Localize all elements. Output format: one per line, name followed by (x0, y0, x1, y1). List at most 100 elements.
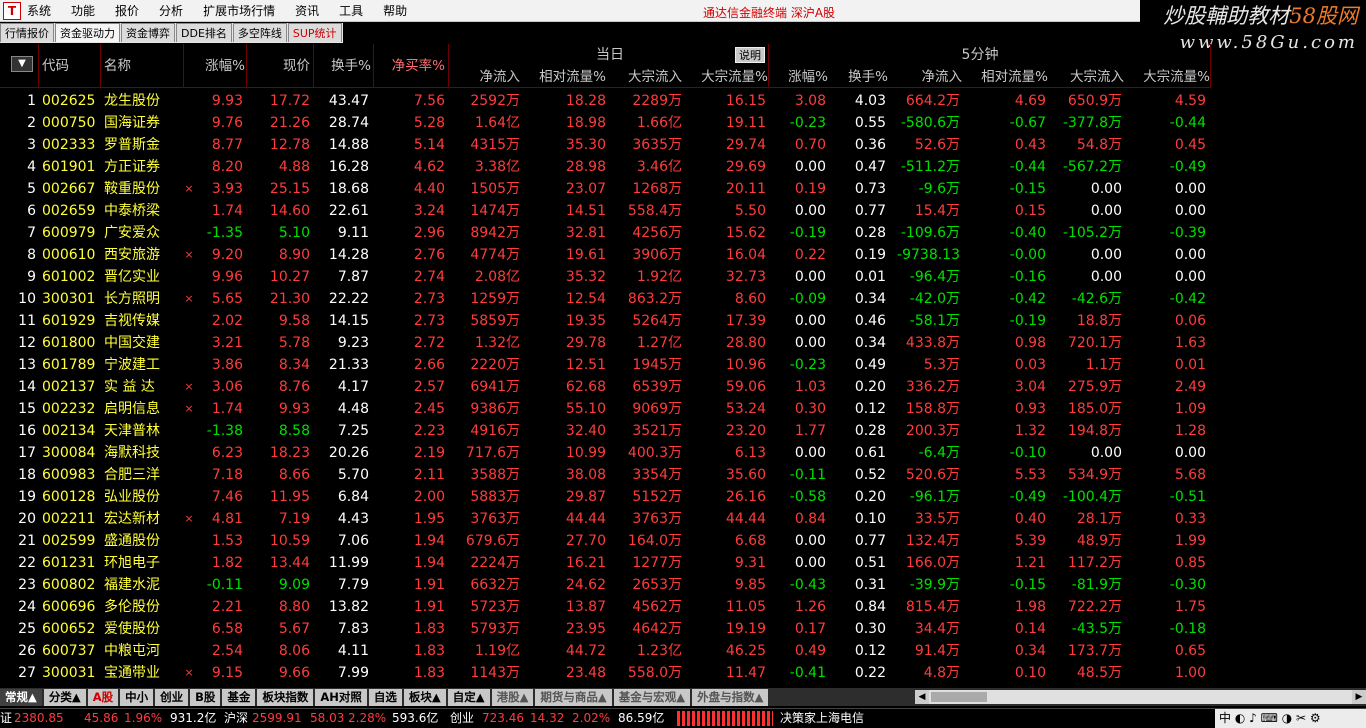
table-row[interactable]: 10 300301 长方照明 × 5.65 21.30 22.22 2.73 1259万 12.5… (0, 288, 1210, 310)
header-5m-netflow[interactable]: 净流入 (890, 66, 963, 88)
row-5m-relflow: 0.40 (1014, 511, 1046, 527)
header-today-bigin[interactable]: 大宗流入 (608, 66, 682, 88)
row-5m-netflow: -96.4万 (909, 269, 960, 285)
bottom-tab-overseas-index[interactable]: 外盘与指数▲ (692, 688, 769, 706)
row-price: 14.60 (269, 203, 310, 219)
row-5m-bigpct: 0.00 (1174, 269, 1206, 285)
bottom-tab-chinext[interactable]: 创业 (155, 688, 189, 706)
bottom-tab-fund[interactable]: 基金 (222, 688, 256, 706)
table-row[interactable]: 17 300084 海默科技 6.23 18.23 20.26 2.19 717.6万 10.9… (0, 442, 1210, 464)
table-row[interactable]: 13 601789 宁波建工 3.86 8.34 21.33 2.66 2220万 12.51 1… (0, 354, 1210, 376)
table-row[interactable]: 3 002333 罗普斯金 8.77 12.78 14.88 5.14 4315万 35.30 3… (0, 134, 1210, 156)
table-row[interactable]: 25 600652 爱使股份 6.58 5.67 7.83 1.83 5793万 23.95 46… (0, 618, 1210, 640)
table-row[interactable]: 18 600983 合肥三洋 7.18 8.66 5.70 2.11 3588万 38.08 33… (0, 464, 1210, 486)
menu-tools[interactable]: 工具 (339, 2, 363, 19)
table-row[interactable]: 20 002211 宏达新材 × 4.81 7.19 4.43 1.95 3763万 44.44 3… (0, 508, 1210, 530)
header-5m-relflow[interactable]: 相对流量% (964, 66, 1048, 88)
header-5m-bigpct[interactable]: 大宗流量% (1126, 66, 1210, 88)
row-turnover: 9.11 (337, 225, 369, 241)
bottom-tab-regular[interactable]: 常规▲ (0, 688, 42, 706)
status-bar: 证 2380.85 45.86 1.96% 931.2亿 沪深 2599.91 … (0, 708, 1366, 728)
table-row[interactable]: 8 000610 西安旅游 × 9.20 8.90 14.28 2.76 4774万 19.61 3… (0, 244, 1210, 266)
table-row[interactable]: 22 601231 环旭电子 1.82 13.44 11.99 1.94 2224万 16.21… (0, 552, 1210, 574)
header-today-bigpct[interactable]: 大宗流量% (684, 66, 768, 88)
row-today-bigin: 6539万 (632, 379, 682, 395)
menu-function[interactable]: 功能 (71, 2, 95, 19)
row-turnover: 14.88 (328, 137, 369, 153)
row-stock-name: 吉视传媒 (104, 313, 160, 329)
table-row[interactable]: 1 002625 龙生股份 9.93 17.72 43.47 7.56 2592万 18.28 2… (0, 90, 1210, 112)
tab-capital-game[interactable]: 资金博弈 (121, 23, 175, 42)
header-5m-change[interactable]: 涨幅% (770, 66, 828, 88)
table-row[interactable]: 27 300031 宝通带业 × 9.15 9.66 7.99 1.83 1143万 23.48 5… (0, 662, 1210, 684)
row-5m-netflow: 52.6万 (914, 137, 960, 153)
table-row[interactable]: 24 600696 多伦股份 2.21 8.80 13.82 1.91 5723万 13.87 4… (0, 596, 1210, 618)
index-sh-value[interactable]: 2380.85 (14, 710, 64, 727)
row-today-netflow: 3.38亿 (474, 159, 520, 175)
menu-help[interactable]: 帮助 (383, 2, 407, 19)
menu-quote[interactable]: 报价 (115, 2, 139, 19)
row-today-netflow: 1474万 (470, 203, 520, 219)
tab-capital-drive[interactable]: 资金驱动力 (55, 23, 120, 42)
menu-system[interactable]: 系统 (27, 2, 51, 19)
menu-info[interactable]: 资讯 (295, 2, 319, 19)
table-row[interactable]: 11 601929 吉视传媒 2.02 9.58 14.15 2.73 5859万 19.35 5… (0, 310, 1210, 332)
bottom-tab-sector-index[interactable]: 板块指数 (257, 688, 314, 706)
menu-extended-market[interactable]: 扩展市场行情 (203, 2, 275, 19)
row-5m-change: 0.84 (794, 511, 826, 527)
scroll-left-icon[interactable]: ◀ (915, 690, 929, 704)
table-row[interactable]: 12 601800 中国交建 3.21 5.78 9.23 2.72 1.32亿 29.78 1.… (0, 332, 1210, 354)
scroll-thumb[interactable] (931, 692, 987, 702)
system-tray[interactable]: 中 ◐ ♪ ⌨ ◑ ✂ ⚙ (1215, 709, 1366, 728)
explain-button[interactable]: 说明 (735, 47, 765, 63)
header-today-relflow[interactable]: 相对流量% (524, 66, 606, 88)
table-row[interactable]: 9 601002 晋亿实业 9.96 10.27 7.87 2.74 2.08亿 35.32 1.… (0, 266, 1210, 288)
scroll-right-icon[interactable]: ▶ (1352, 690, 1366, 704)
bottom-tab-category[interactable]: 分类▲ (43, 688, 86, 706)
header-today-netflow[interactable]: 净流入 (450, 66, 521, 88)
bottom-tab-ah-compare[interactable]: AH对照 (315, 688, 367, 706)
table-row[interactable]: 2 000750 国海证券 9.76 21.26 28.74 5.28 1.64亿 18.98 1… (0, 112, 1210, 134)
bottom-tab-hk-stock[interactable]: 港股▲ (491, 688, 534, 706)
bottom-tab-custom[interactable]: 自定▲ (447, 688, 490, 706)
table-row[interactable]: 6 002659 中泰桥梁 1.74 14.60 22.61 3.24 1474万 14.51 5… (0, 200, 1210, 222)
row-index: 8 (27, 247, 36, 263)
tab-long-short[interactable]: 多空阵线 (232, 23, 287, 42)
news-ticker[interactable]: 决策家上海电信 (780, 710, 864, 727)
table-row[interactable]: 4 601901 方正证券 8.20 4.88 16.28 4.62 3.38亿 28.98 3.… (0, 156, 1210, 178)
row-index: 2 (27, 115, 36, 131)
menu-analysis[interactable]: 分析 (159, 2, 183, 19)
table-row[interactable]: 7 600979 广安爱众 -1.35 5.10 9.11 2.96 8942万 32.81 42… (0, 222, 1210, 244)
table-row[interactable]: 26 600737 中粮屯河 2.54 8.06 4.11 1.83 1.19亿 44.72 1.… (0, 640, 1210, 662)
table-row[interactable]: 14 002137 实 益 达 × 3.06 8.76 4.17 2.57 6941万 62.68… (0, 376, 1210, 398)
index-cy-value[interactable]: 723.46 (482, 710, 524, 727)
row-today-relflow: 27.70 (565, 533, 606, 549)
row-5m-turnover: 0.01 (854, 269, 886, 285)
tab-dde-rank[interactable]: DDE排名 (176, 23, 232, 42)
table-row[interactable]: 21 002599 盛通股份 1.53 10.59 7.06 1.94 679.6万 27.70… (0, 530, 1210, 552)
header-5m-bigin[interactable]: 大宗流入 (1050, 66, 1124, 88)
row-5m-bigpct: 0.06 (1174, 313, 1206, 329)
table-row[interactable]: 23 600802 福建水泥 -0.11 9.09 7.79 1.91 6632万 24.62 2… (0, 574, 1210, 596)
bottom-tab-sector[interactable]: 板块▲ (403, 688, 446, 706)
row-5m-netflow: 200.3万 (905, 423, 960, 439)
table-row[interactable]: 5 002667 鞍重股份 × 3.93 25.15 18.68 4.40 1505万 23.07… (0, 178, 1210, 200)
row-today-netflow: 2592万 (470, 93, 520, 109)
index-sz-value[interactable]: 2599.91 (252, 710, 302, 727)
bottom-tab-fund-macro[interactable]: 基金与宏观▲ (613, 688, 691, 706)
bottom-tab-a-share[interactable]: A股 (87, 688, 119, 706)
bottom-tab-b-share[interactable]: B股 (190, 688, 221, 706)
row-stock-name: 长方照明 (104, 291, 160, 307)
bottom-tab-sme[interactable]: 中小 (120, 688, 154, 706)
horizontal-scrollbar[interactable]: ◀ ▶ (915, 690, 1366, 704)
tab-quotes[interactable]: 行情报价 (0, 23, 54, 42)
table-row[interactable]: 15 002232 启明信息 × 1.74 9.93 4.48 2.45 9386万 55.10 9… (0, 398, 1210, 420)
bottom-tab-futures-commodity[interactable]: 期货与商品▲ (535, 688, 612, 706)
table-row[interactable]: 19 600128 弘业股份 7.46 11.95 6.84 2.00 5883万 29.87 5… (0, 486, 1210, 508)
table-row[interactable]: 16 002134 天津普林 -1.38 8.58 7.25 2.23 4916万 32.40 3… (0, 420, 1210, 442)
row-5m-relflow: 5.53 (1014, 467, 1046, 483)
tab-sup-stats[interactable]: SUP统计 (287, 23, 342, 42)
row-today-relflow: 62.68 (565, 379, 606, 395)
header-5m-turnover[interactable]: 换手% (830, 66, 888, 88)
bottom-tab-watchlist[interactable]: 自选 (368, 688, 402, 706)
